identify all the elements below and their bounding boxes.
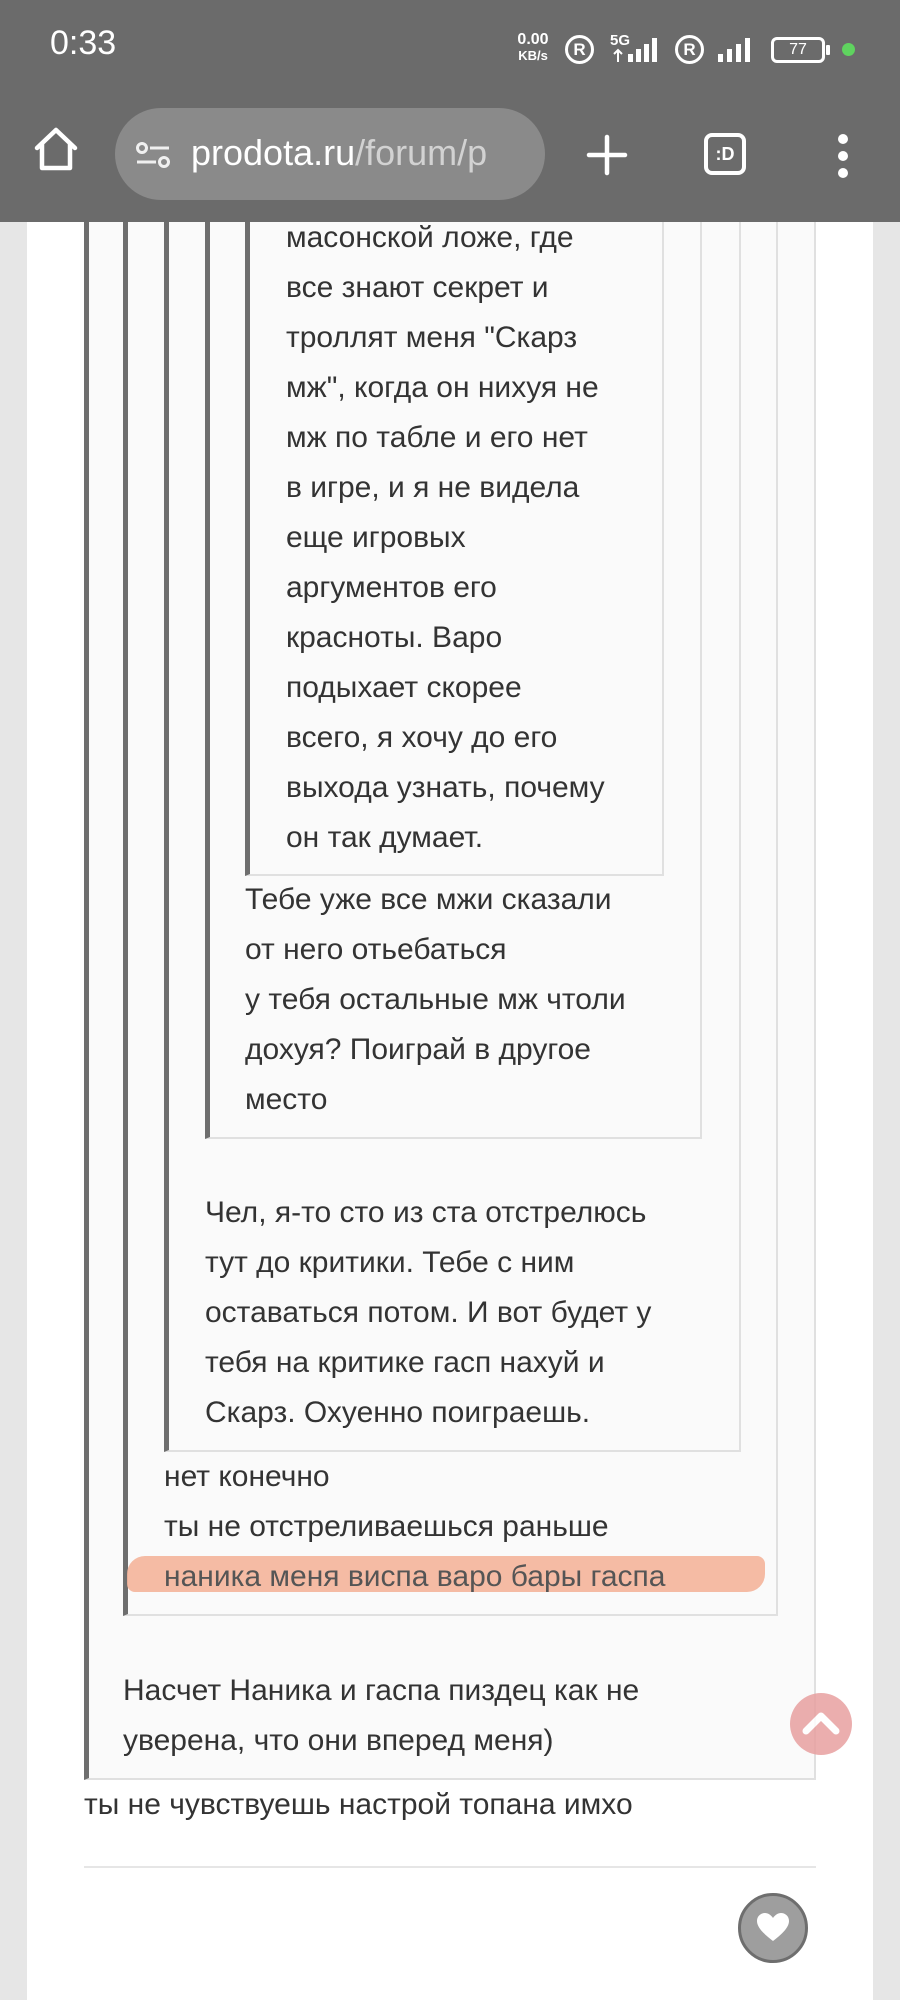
text-line: всего, я хочу до его [286,721,558,754]
text-line: дохуя? Поиграй в другое [245,1033,591,1066]
text-line: выхода узнать, почему [286,771,605,804]
status-time: 0:33 [50,24,117,62]
innermost-quote-text: масонской ложе, где все знают секрет и т… [286,213,605,863]
plus-icon[interactable] [585,133,629,177]
text-line: оставаться потом. И вот будет у [205,1296,652,1329]
text-line: уверена, что они вперед меня) [123,1724,554,1757]
text-line: у тебя остальные мж чтоли [245,983,626,1016]
text-line: Тебе уже все мжи сказали [245,883,612,916]
text-line: аргументов его [286,571,497,604]
home-icon[interactable] [32,125,80,173]
battery-icon: 77 [771,37,825,63]
heart-icon [757,1913,789,1941]
r-badge-icon: R [565,35,594,64]
text-line: подыхает скорее [286,671,522,704]
r-badge-icon-2: R [675,35,704,64]
url-text[interactable]: prodota.ru/forum/p [191,132,487,174]
text-line: троллят меня "Скарз [286,321,578,354]
text-line: масонской ложе, где [286,221,574,254]
text-line: Скарз. Охуенно поиграешь. [205,1396,591,1429]
r-badge-label: R [573,40,586,59]
net-speed-unit: KB/s [518,48,548,63]
reply-level2-text: нет конечно ты не отстреливаешься раньше… [164,1452,665,1602]
net-speed: 0.00 KB/s [511,32,555,64]
reply-level4-text: Тебе уже все мжи сказали от него отьебат… [245,875,626,1125]
highlighted-text-line: наника меня виспа варо бары гаспа [164,1560,666,1593]
like-button[interactable] [738,1893,808,1963]
scroll-top-button[interactable] [790,1693,852,1755]
post-text: ты не чувствуешь настрой топана имхо [84,1788,633,1821]
net-speed-value: 0.00 [517,31,549,48]
text-line: от него отьебаться [245,933,507,966]
text-line: мж", когда он нихуя не [286,371,599,404]
more-vert-icon[interactable] [833,132,853,180]
signal-icon [613,38,657,62]
text-line: в игре, и я не видела [286,471,580,504]
tabs-icon: :D [715,144,735,164]
text-line: Насчет Наника и гаспа пиздец как не [123,1674,640,1707]
text-line: место [245,1083,328,1116]
text-line: он так думает. [286,821,484,854]
battery-level: 77 [789,41,807,58]
text-line: тебя на критике гасп нахуй и [205,1346,605,1379]
text-line: еще игровых [286,521,466,554]
url-bar[interactable]: prodota.ru/forum/p [115,108,545,200]
text-line: красноты. Варо [286,621,503,654]
site-settings-icon[interactable] [135,140,171,170]
text-line: тут до критики. Тебе с ним [205,1246,575,1279]
url-domain: prodota.ru [191,132,356,173]
reply-level1-text: Насчет Наника и гаспа пиздец как не увер… [123,1666,639,1766]
tabs-button[interactable]: :D [704,133,746,175]
r-badge-label-2: R [683,40,696,59]
url-path: /forum/p [355,132,488,173]
chevron-up-icon [802,1712,840,1735]
text-line: нет конечно [164,1460,330,1493]
text-line: ты не отстреливаешься раньше [164,1510,609,1543]
status-bar: 0:33 0.00 KB/s R 5G R 77 [0,0,900,98]
status-dot [842,43,855,56]
signal-icon-2 [718,38,750,62]
battery-tip [826,45,830,55]
text-line: мж по табле и его нет [286,421,588,454]
post-divider [84,1866,816,1868]
reply-level3-text: Чел, я-то сто из ста отстрелюсь тут до к… [205,1188,651,1438]
text-line: Чел, я-то сто из ста отстрелюсь [205,1196,647,1229]
text-line: все знают секрет и [286,271,549,304]
